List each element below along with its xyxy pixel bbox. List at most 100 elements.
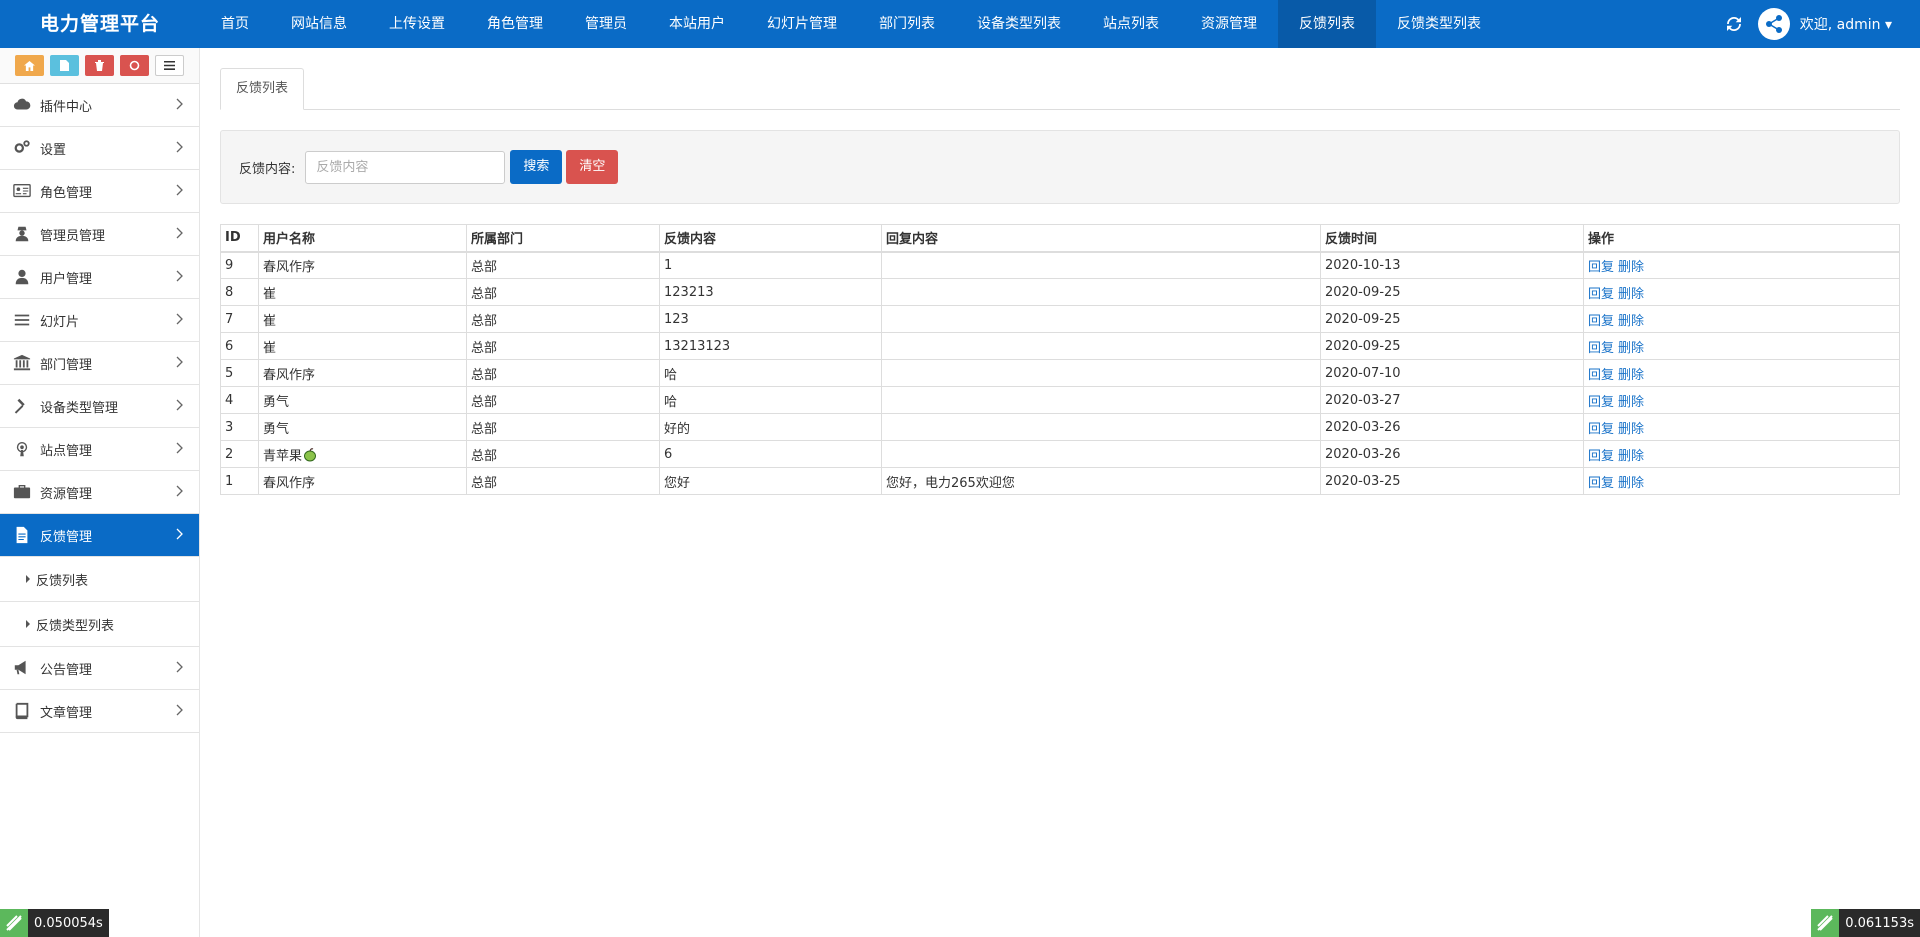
sidebar-item[interactable]: 资源管理	[0, 471, 199, 514]
column-header[interactable]: ID	[220, 224, 259, 253]
cell-department: 总部	[466, 467, 660, 495]
sidebar-item[interactable]: 插件中心	[0, 84, 199, 127]
sidebar-item[interactable]: 反馈管理	[0, 514, 199, 557]
reply-link[interactable]: 回复	[1588, 476, 1614, 491]
document-shortcut-button[interactable]	[50, 55, 79, 76]
top-nav-item[interactable]: 设备类型列表	[956, 0, 1082, 48]
user-secret-icon	[12, 225, 32, 243]
leaf-icon	[0, 909, 28, 937]
search-button[interactable]: 搜索	[510, 150, 563, 184]
chevron-right-icon	[176, 528, 183, 544]
brand-title[interactable]: 电力管理平台	[0, 0, 200, 48]
sidebar-subitem-label: 反馈列表	[36, 573, 89, 589]
delete-link[interactable]: 删除	[1618, 260, 1644, 275]
top-nav-item[interactable]: 本站用户	[648, 0, 746, 48]
sidebar-item[interactable]: 幻灯片	[0, 299, 199, 342]
list-shortcut-button[interactable]	[155, 55, 184, 76]
top-nav-item[interactable]: 首页	[200, 0, 270, 48]
reply-link[interactable]: 回复	[1588, 287, 1614, 302]
delete-link[interactable]: 删除	[1618, 476, 1644, 491]
reply-link[interactable]: 回复	[1588, 341, 1614, 356]
home-shortcut-button[interactable]	[15, 55, 44, 76]
cell-content: 123213	[659, 278, 882, 306]
column-header[interactable]: 反馈时间	[1320, 224, 1584, 253]
sidebar-subitem[interactable]: 反馈类型列表	[0, 602, 199, 647]
table-row: 9 春风作序 总部 1 2020-10-13 回复 删除	[220, 251, 1900, 279]
top-nav-item[interactable]: 部门列表	[858, 0, 956, 48]
delete-link[interactable]: 删除	[1618, 449, 1644, 464]
refresh-icon[interactable]	[1710, 0, 1758, 48]
top-nav-item[interactable]: 幻灯片管理	[746, 0, 858, 48]
table-row: 8 崔总部 123213 2020-09-25 回复 删除	[220, 278, 1900, 306]
column-header[interactable]: 反馈内容	[659, 224, 882, 253]
trash-shortcut-button[interactable]	[85, 55, 114, 76]
top-nav-item[interactable]: 反馈列表	[1278, 0, 1376, 48]
column-header[interactable]: 操作	[1583, 224, 1900, 253]
top-nav-item[interactable]: 网站信息	[270, 0, 368, 48]
sidebar-item[interactable]: 角色管理	[0, 170, 199, 213]
column-header[interactable]: 用户名称	[258, 224, 467, 253]
top-nav-item[interactable]: 角色管理	[466, 0, 564, 48]
sidebar-item[interactable]: 管理员管理	[0, 213, 199, 256]
sidebar-item-label: 用户管理	[40, 271, 93, 287]
sidebar-item[interactable]: 公告管理	[0, 647, 199, 690]
cell-actions: 回复 删除	[1583, 413, 1900, 441]
list-icon	[164, 61, 175, 70]
sidebar-item[interactable]: 部门管理	[0, 342, 199, 385]
chevron-right-icon	[176, 399, 183, 415]
shortcut-bar	[0, 48, 199, 84]
top-nav-item[interactable]: 站点列表	[1082, 0, 1180, 48]
user-name: 春风作序	[263, 367, 316, 383]
reply-link[interactable]: 回复	[1588, 368, 1614, 383]
cell-department: 总部	[466, 332, 660, 360]
sidebar-item-label: 设置	[40, 142, 67, 158]
cell-content: 好的	[659, 413, 882, 441]
cell-id: 2	[220, 440, 259, 468]
reply-link[interactable]: 回复	[1588, 422, 1614, 437]
cell-user: 勇气	[258, 386, 467, 414]
user-name: 勇气	[263, 421, 290, 437]
user-menu[interactable]: 欢迎, admin ▾	[1800, 14, 1892, 34]
cell-department: 总部	[466, 359, 660, 387]
top-nav: 首页 网站信息 上传设置 角色管理 管理员 本站用户 幻灯片管理 部门列表 设备类型列表 站点列表…	[200, 0, 1502, 48]
delete-link[interactable]: 删除	[1618, 287, 1644, 302]
delete-link[interactable]: 删除	[1618, 422, 1644, 437]
cell-actions: 回复 删除	[1583, 305, 1900, 333]
sidebar-item[interactable]: 文章管理	[0, 690, 199, 733]
table-row: 2 青苹果 总部 6 2020-03-26 回复 删除	[220, 440, 1900, 468]
tab-feedback-list[interactable]: 反馈列表	[220, 68, 305, 110]
cell-time: 2020-03-26	[1320, 440, 1584, 468]
delete-link[interactable]: 删除	[1618, 341, 1644, 356]
chevron-right-icon	[176, 442, 183, 458]
column-header[interactable]: 回复内容	[881, 224, 1321, 253]
avatar[interactable]	[1757, 8, 1790, 40]
reply-link[interactable]: 回复	[1588, 395, 1614, 410]
cell-user: 崔	[258, 305, 467, 333]
reply-link[interactable]: 回复	[1588, 314, 1614, 329]
reply-link[interactable]: 回复	[1588, 449, 1614, 464]
search-input[interactable]	[305, 150, 506, 184]
delete-link[interactable]: 删除	[1618, 395, 1644, 410]
top-nav-item[interactable]: 资源管理	[1180, 0, 1278, 48]
clear-button[interactable]: 清空	[566, 150, 619, 184]
timing-badge-left: 0.050054s	[0, 909, 109, 937]
sidebar-subitem[interactable]: 反馈列表	[0, 557, 199, 602]
cell-user: 春风作序	[258, 359, 467, 387]
user-name: 崔	[263, 340, 277, 356]
sidebar-item[interactable]: 设置	[0, 127, 199, 170]
column-header[interactable]: 所属部门	[466, 224, 660, 253]
sidebar-item[interactable]: 设备类型管理	[0, 385, 199, 428]
delete-link[interactable]: 删除	[1618, 314, 1644, 329]
delete-link[interactable]: 删除	[1618, 368, 1644, 383]
top-nav-item[interactable]: 反馈类型列表	[1376, 0, 1502, 48]
top-nav-item[interactable]: 上传设置	[368, 0, 466, 48]
chevron-right-icon	[176, 313, 183, 329]
top-nav-item[interactable]: 管理员	[564, 0, 648, 48]
reply-link[interactable]: 回复	[1588, 260, 1614, 275]
sidebar-menu: 插件中心设置角色管理 管理员管理用户管理幻灯片 部门管理 设备类型管理 站点管理 资源管理…	[0, 84, 199, 733]
user-name: 崔	[263, 286, 277, 302]
recycle-shortcut-button[interactable]	[120, 55, 149, 76]
sidebar-item[interactable]: 站点管理	[0, 428, 199, 471]
sidebar-item[interactable]: 用户管理	[0, 256, 199, 299]
search-panel: 反馈内容: 搜索 清空	[220, 130, 1900, 204]
